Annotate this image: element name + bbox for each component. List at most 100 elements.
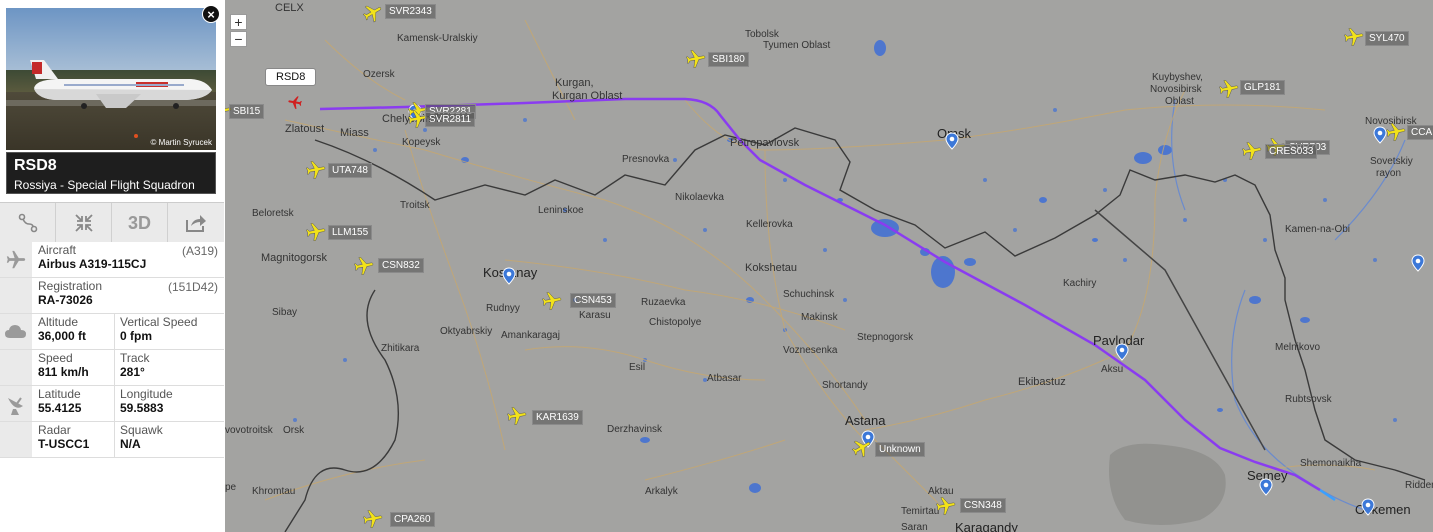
city-ozersk: Ozersk xyxy=(363,69,395,80)
city-tobolsk: Tobolsk xyxy=(745,29,779,40)
plane-icon[interactable] xyxy=(305,159,327,181)
close-button[interactable]: × xyxy=(202,5,220,23)
city-kopeysk: Kopeysk xyxy=(402,137,441,148)
plane-icon[interactable] xyxy=(1241,140,1263,162)
city-kamensk: Kamensk-Uralskiy xyxy=(397,33,478,44)
zoom-out-button[interactable]: − xyxy=(230,31,247,47)
flight-tag[interactable]: CCA xyxy=(1407,125,1433,140)
aircraft-photo: © Martin Syrucek xyxy=(6,8,216,150)
track-label: Track xyxy=(120,351,150,365)
zoom-in-button[interactable]: + xyxy=(230,14,247,30)
water-bodies xyxy=(461,40,1310,493)
city-troitsk: Troitsk xyxy=(400,200,430,211)
aircraft-value: Airbus A319-115CJ xyxy=(38,257,147,271)
city-presnovka: Presnovka xyxy=(622,154,670,165)
airport-marker-icon[interactable] xyxy=(1411,254,1425,272)
selected-plane-icon[interactable] xyxy=(287,94,303,110)
altitude-row: Altitude 36,000 ft Vertical Speed 0 fpm xyxy=(0,314,224,350)
flight-map[interactable]: + − RSD8 CELX Kamensk-Uralskiy Ozersk To… xyxy=(225,0,1433,532)
city-aksu: Aksu xyxy=(1101,364,1124,375)
plane-icon[interactable] xyxy=(305,221,327,243)
selected-flight-label[interactable]: RSD8 xyxy=(265,68,317,86)
city-karasu: Karasu xyxy=(579,310,611,321)
city-miass: Miass xyxy=(340,127,369,139)
share-button[interactable] xyxy=(168,203,224,243)
airport-marker-icon[interactable] xyxy=(945,132,959,150)
flight-tag[interactable]: SBI180 xyxy=(708,52,749,67)
city-kuybyshev: Kuybyshev, xyxy=(1152,72,1203,83)
collapse-icon xyxy=(74,214,93,232)
flight-tag[interactable]: UTA748 xyxy=(328,163,372,178)
flight-tag[interactable]: GLP181 xyxy=(1240,80,1285,95)
plane-icon[interactable] xyxy=(1218,78,1240,100)
route-button[interactable] xyxy=(0,203,56,243)
plane-icon[interactable] xyxy=(353,255,375,277)
city-kamen: Kamen-na-Obi xyxy=(1285,224,1351,235)
city-kurgan: Kurgan, xyxy=(555,77,594,89)
plane-icon[interactable] xyxy=(362,508,384,530)
route-icon xyxy=(18,213,37,233)
airport-marker-icon[interactable] xyxy=(502,267,516,285)
city-arkalyk: Arkalyk xyxy=(645,486,678,497)
airplane-icon xyxy=(0,242,32,277)
radar-label: Radar xyxy=(38,423,71,437)
plane-icon[interactable] xyxy=(935,495,957,517)
city-voznesenka: Voznesenka xyxy=(783,345,838,356)
airline-name: Rossiya - Special Flight Squadron xyxy=(14,178,195,192)
city-saran: Saran xyxy=(901,522,928,532)
flight-tag[interactable]: CSN453 xyxy=(570,293,616,308)
flight-details: Aircraft Airbus A319-115CJ (A319) Regist… xyxy=(0,242,224,458)
aircraft-row: Aircraft Airbus A319-115CJ (A319) xyxy=(0,242,224,278)
airport-marker-icon[interactable] xyxy=(1361,498,1375,516)
flight-tag[interactable]: CRES033 xyxy=(1265,144,1318,159)
city-kurgan-oblast: Kurgan Oblast xyxy=(552,90,623,102)
city-karagandy: Karagandy xyxy=(955,520,1018,532)
city-pe: pe xyxy=(225,482,237,493)
photo-credit: © Martin Syrucek xyxy=(150,138,212,147)
city-temirtau: Temirtau xyxy=(901,506,940,517)
city-makinsk: Makinsk xyxy=(801,312,838,323)
radar-value: T-USCC1 xyxy=(38,437,90,451)
collapse-button[interactable] xyxy=(56,203,112,243)
plane-icon[interactable] xyxy=(506,405,528,427)
flight-tag[interactable]: SBI15 xyxy=(229,104,265,119)
registration-value: RA-73026 xyxy=(38,293,93,307)
flight-tag[interactable]: SYL470 xyxy=(1365,31,1409,46)
flight-tag[interactable]: SVR2343 xyxy=(385,4,436,19)
city-petropavlovsk: Petropavlovsk xyxy=(730,137,800,149)
flight-tag[interactable]: CSN832 xyxy=(378,258,424,273)
airport-marker-icon[interactable] xyxy=(1115,343,1129,361)
registration-code: (151D42) xyxy=(167,280,218,294)
city-khromtau: Khromtau xyxy=(252,486,296,497)
flight-tag[interactable]: CSN348 xyxy=(960,498,1006,513)
plane-icon[interactable] xyxy=(1385,121,1407,143)
altitude-label: Altitude xyxy=(38,315,79,329)
plane-icon[interactable] xyxy=(362,2,384,24)
share-icon xyxy=(186,215,206,232)
city-beloretsk: Beloretsk xyxy=(252,208,294,219)
track-value: 281° xyxy=(120,365,145,379)
plane-icon[interactable] xyxy=(541,290,563,312)
flight-toolbar: 3D xyxy=(0,202,224,244)
city-kachiry: Kachiry xyxy=(1063,278,1097,289)
cloud-icon xyxy=(0,314,32,349)
plane-icon[interactable] xyxy=(851,437,873,459)
airport-marker-icon[interactable] xyxy=(1259,478,1273,496)
speed-row: Speed 811 km/h Track 281° xyxy=(0,350,224,386)
city-ekibastuz: Ekibastuz xyxy=(1018,376,1066,388)
city-shemonaikha: Shemonaikha xyxy=(1300,458,1362,469)
altitude-value: 36,000 ft xyxy=(38,329,87,343)
city-atbasar: Atbasar xyxy=(707,373,742,384)
flight-tag[interactable]: SVR2811 xyxy=(425,112,476,127)
flight-tag[interactable]: Unknown xyxy=(875,442,925,457)
city-orsk: Orsk xyxy=(283,425,305,436)
vertical-speed-value: 0 fpm xyxy=(120,329,153,343)
plane-icon[interactable] xyxy=(1343,26,1365,48)
flight-tag[interactable]: KAR1639 xyxy=(532,410,583,425)
view-3d-button[interactable]: 3D xyxy=(112,203,168,243)
plane-icon[interactable] xyxy=(685,48,707,70)
flight-tag[interactable]: CPA260 xyxy=(390,512,435,527)
flight-tag[interactable]: LLM155 xyxy=(328,225,373,240)
city-rubtsovsk: Rubtsovsk xyxy=(1285,394,1332,405)
city-kokshetau: Kokshetau xyxy=(745,262,797,274)
